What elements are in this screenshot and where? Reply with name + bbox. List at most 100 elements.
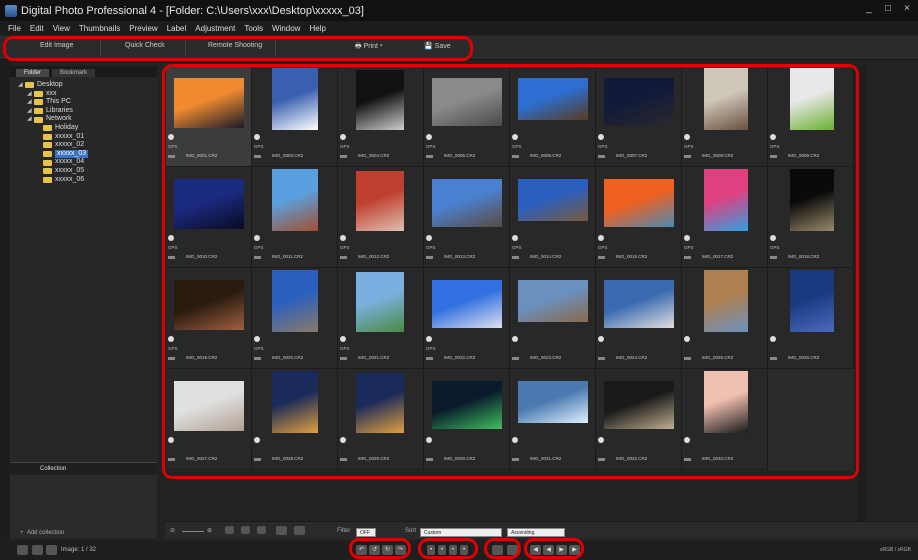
rating-icon[interactable] — [684, 235, 690, 241]
minimize-button[interactable]: _ — [866, 3, 872, 14]
next-image-icon[interactable]: ▶ — [556, 545, 567, 555]
quick-check-button[interactable]: Quick Check — [125, 42, 165, 49]
photo-thumbnail[interactable] — [174, 381, 244, 431]
grid-view-icon[interactable] — [276, 526, 287, 535]
menu-tools[interactable]: Tools — [244, 24, 263, 33]
thumbnail-cell[interactable]: GPS IMG_0017.CR2 — [682, 167, 768, 268]
photo-thumbnail[interactable] — [356, 171, 404, 231]
thumbnail-cell[interactable]: IMG_0032.CR2 — [596, 369, 682, 470]
rating-icon[interactable] — [254, 235, 260, 241]
layout-single-icon[interactable] — [17, 545, 28, 555]
photo-thumbnail[interactable] — [432, 78, 502, 126]
expand-icon[interactable]: ◢ — [27, 107, 34, 116]
thumbnail-cell[interactable]: GPS IMG_0005.CR2 — [424, 66, 510, 167]
check-mark-icon[interactable] — [492, 545, 503, 555]
rating-icon[interactable] — [770, 134, 776, 140]
tree-item[interactable]: xxxxx_02 — [18, 141, 157, 150]
tree-item[interactable]: ◢ Network — [18, 115, 157, 124]
rating-1-icon[interactable]: • — [427, 545, 435, 555]
photo-thumbnail[interactable] — [518, 78, 588, 120]
thumbnail-cell[interactable]: IMG_0030.CR2 — [424, 369, 510, 470]
menu-window[interactable]: Window — [272, 24, 300, 33]
last-image-icon[interactable]: ▶ — [569, 545, 580, 555]
photo-thumbnail[interactable] — [604, 280, 674, 328]
rating-icon[interactable] — [598, 134, 604, 140]
menu-preview[interactable]: Preview — [129, 24, 157, 33]
thumbnail-cell[interactable]: IMG_0024.CR2 — [596, 268, 682, 369]
photo-thumbnail[interactable] — [272, 68, 318, 130]
menu-file[interactable]: File — [8, 24, 21, 33]
zoom-in-icon[interactable]: ⊕ — [207, 527, 212, 534]
photo-thumbnail[interactable] — [432, 179, 502, 227]
rating-icon[interactable] — [684, 437, 690, 443]
rating-icon[interactable] — [340, 235, 346, 241]
thumbnail-cell[interactable]: GPS IMG_0001.CR2 — [166, 66, 252, 167]
thumbnail-cell[interactable]: IMG_0029.CR2 — [338, 369, 424, 470]
filter-dropdown[interactable]: OFF — [356, 528, 376, 537]
multi-view-icon[interactable] — [294, 526, 305, 535]
photo-thumbnail[interactable] — [432, 280, 502, 328]
thumbnail-cell[interactable]: GPS IMG_0009.CR2 — [768, 66, 854, 167]
layout-filmstrip-icon[interactable] — [46, 545, 57, 555]
rating-icon[interactable] — [770, 336, 776, 342]
rating-icon[interactable] — [598, 235, 604, 241]
view-list-icon[interactable] — [257, 526, 266, 534]
rating-icon[interactable] — [512, 235, 518, 241]
rating-icon[interactable] — [426, 336, 432, 342]
photo-thumbnail[interactable] — [272, 169, 318, 231]
photo-thumbnail[interactable] — [272, 270, 318, 332]
rating-icon[interactable] — [512, 437, 518, 443]
thumbnail-cell[interactable]: GPS IMG_0022.CR2 — [424, 268, 510, 369]
thumbnail-cell[interactable]: IMG_0033.CR2 — [682, 369, 768, 470]
rating-icon[interactable] — [426, 437, 432, 443]
photo-thumbnail[interactable] — [356, 272, 404, 332]
thumbnail-size-slider[interactable] — [182, 531, 204, 532]
thumbnail-cell[interactable]: GPS IMG_0007.CR2 — [596, 66, 682, 167]
rating-4-icon[interactable]: • — [460, 545, 468, 555]
rotate-right-icon[interactable]: ↷ — [395, 545, 406, 555]
save-button[interactable]: 💾 Save — [424, 42, 451, 50]
thumbnail-cell[interactable]: IMG_0027.CR2 — [166, 369, 252, 470]
view-medium-icon[interactable] — [241, 526, 250, 534]
rating-3-icon[interactable]: • — [449, 545, 457, 555]
add-collection-button[interactable]: + Add collection — [20, 530, 64, 536]
photo-thumbnail[interactable] — [518, 179, 588, 221]
thumbnail-cell[interactable]: GPS IMG_0012.CR2 — [338, 167, 424, 268]
photo-thumbnail[interactable] — [704, 169, 748, 231]
menu-thumbnails[interactable]: Thumbnails — [79, 24, 120, 33]
edit-image-button[interactable]: Edit Image — [40, 42, 73, 49]
photo-thumbnail[interactable] — [604, 78, 674, 126]
print-button[interactable]: 🖶 Print ▾ — [355, 42, 383, 53]
menu-adjustment[interactable]: Adjustment — [195, 24, 235, 33]
thumbnail-cell[interactable]: GPS IMG_0019.CR2 — [166, 268, 252, 369]
sort-dropdown[interactable]: Custom — [420, 528, 502, 537]
photo-thumbnail[interactable] — [604, 381, 674, 429]
thumbnail-cell[interactable]: IMG_0025.CR2 — [682, 268, 768, 369]
rating-icon[interactable] — [598, 437, 604, 443]
thumbnail-cell[interactable]: IMG_0028.CR2 — [252, 369, 338, 470]
zoom-out-icon[interactable]: ⊖ — [170, 527, 175, 534]
photo-thumbnail[interactable] — [356, 373, 404, 433]
expand-icon[interactable]: ◢ — [27, 90, 34, 99]
rotate-right-90-icon[interactable]: ↻ — [382, 545, 393, 555]
tree-item[interactable]: xxxxx_05 — [18, 167, 157, 176]
rotate-left-icon[interactable]: ↶ — [356, 545, 367, 555]
rating-icon[interactable] — [168, 437, 174, 443]
rating-icon[interactable] — [512, 134, 518, 140]
rating-icon[interactable] — [168, 134, 174, 140]
rating-icon[interactable] — [340, 437, 346, 443]
photo-thumbnail[interactable] — [432, 381, 502, 429]
tab-folder[interactable]: Folder — [16, 69, 50, 77]
tree-item[interactable]: xxxxx_04 — [18, 158, 157, 167]
rating-icon[interactable] — [168, 336, 174, 342]
grid-scrollbar[interactable] — [858, 66, 866, 521]
photo-thumbnail[interactable] — [356, 70, 404, 130]
thumbnail-cell[interactable]: GPS IMG_0014.CR2 — [510, 167, 596, 268]
view-large-icon[interactable] — [225, 526, 234, 534]
thumbnail-cell[interactable]: IMG_0023.CR2 — [510, 268, 596, 369]
rating-icon[interactable] — [598, 336, 604, 342]
rating-icon[interactable] — [340, 336, 346, 342]
menu-help[interactable]: Help — [309, 24, 325, 33]
menu-edit[interactable]: Edit — [30, 24, 44, 33]
expand-icon[interactable]: ◢ — [27, 98, 34, 107]
